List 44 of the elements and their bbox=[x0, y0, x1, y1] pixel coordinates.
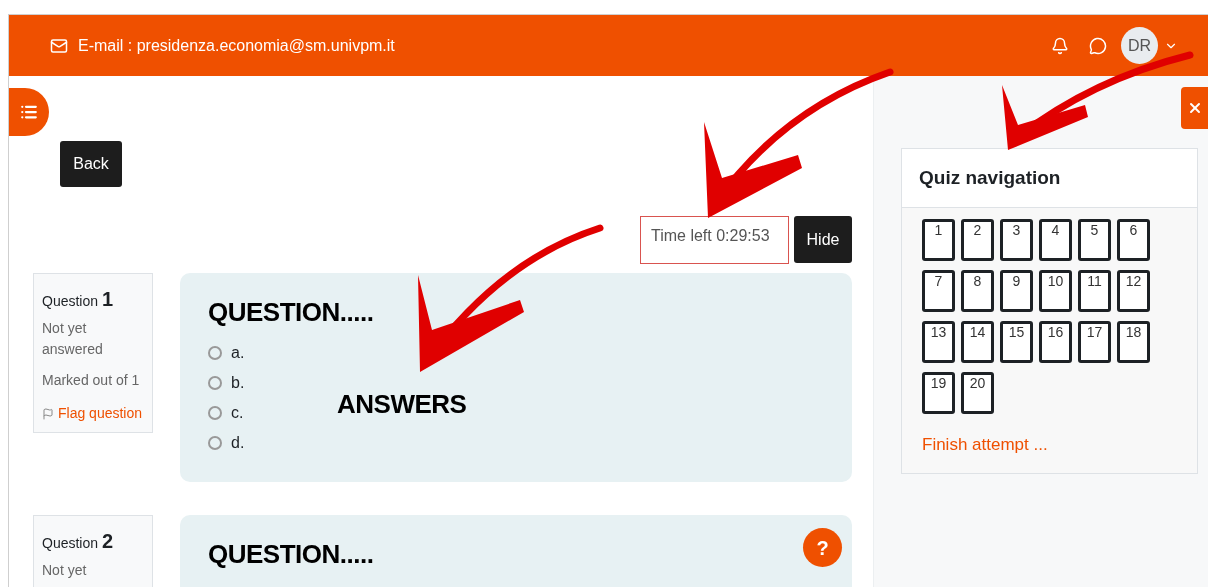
flag-question-link[interactable]: Flag question bbox=[42, 403, 144, 424]
close-icon bbox=[1187, 100, 1203, 116]
question-nav-button[interactable]: 3 bbox=[1000, 219, 1033, 261]
question-nav-button[interactable]: 8 bbox=[961, 270, 994, 312]
question-status: Not yet bbox=[42, 561, 88, 580]
user-avatar[interactable]: DR bbox=[1121, 27, 1158, 64]
question-number: Question 2 bbox=[42, 529, 115, 554]
card-title: Quiz navigation bbox=[919, 165, 1061, 190]
question-nav-button[interactable]: 9 bbox=[1000, 270, 1033, 312]
sidebar-toggle[interactable] bbox=[9, 88, 49, 136]
question-nav-button[interactable]: 18 bbox=[1117, 321, 1150, 363]
question-nav-button[interactable]: 11 bbox=[1078, 270, 1111, 312]
question-nav-button[interactable]: 12 bbox=[1117, 270, 1150, 312]
notifications-icon[interactable] bbox=[1051, 36, 1069, 55]
mail-icon bbox=[50, 36, 68, 55]
back-button[interactable]: Back bbox=[60, 141, 122, 187]
close-button[interactable] bbox=[1181, 87, 1208, 129]
flag-icon bbox=[42, 407, 54, 420]
question-nav-button[interactable]: 20 bbox=[961, 372, 994, 414]
question-nav-button[interactable]: 6 bbox=[1117, 219, 1150, 261]
question-nav-button[interactable]: 15 bbox=[1000, 321, 1033, 363]
hide-button[interactable]: Hide bbox=[794, 216, 852, 263]
question-nav-button[interactable]: 1 bbox=[922, 219, 955, 261]
question-number: Question 1 bbox=[42, 287, 115, 312]
question-title: QUESTION..... bbox=[208, 538, 374, 571]
answer-option[interactable]: d. bbox=[208, 432, 852, 453]
question-nav-button[interactable]: 10 bbox=[1039, 270, 1072, 312]
question-nav-button[interactable]: 5 bbox=[1078, 219, 1111, 261]
question-nav-button[interactable]: 16 bbox=[1039, 321, 1072, 363]
messages-icon[interactable] bbox=[1089, 36, 1107, 55]
question-marks: Marked out of 1 bbox=[42, 371, 141, 390]
contact-email: E-mail : presidenza.economia@sm.univpm.it bbox=[78, 35, 395, 56]
time-remaining: Time left 0:29:53 bbox=[640, 216, 789, 264]
question-title: QUESTION..... bbox=[208, 296, 374, 329]
question-nav-button[interactable]: 4 bbox=[1039, 219, 1072, 261]
question-nav-button[interactable]: 17 bbox=[1078, 321, 1111, 363]
answer-option[interactable]: a. bbox=[208, 342, 852, 363]
question-nav-button[interactable]: 19 bbox=[922, 372, 955, 414]
question-nav-button[interactable]: 2 bbox=[961, 219, 994, 261]
question-nav-button[interactable]: 7 bbox=[922, 270, 955, 312]
question-nav-button[interactable]: 13 bbox=[922, 321, 955, 363]
list-icon bbox=[20, 103, 38, 121]
question-status: Not yet answered bbox=[42, 319, 104, 359]
question-nav-button[interactable]: 14 bbox=[961, 321, 994, 363]
